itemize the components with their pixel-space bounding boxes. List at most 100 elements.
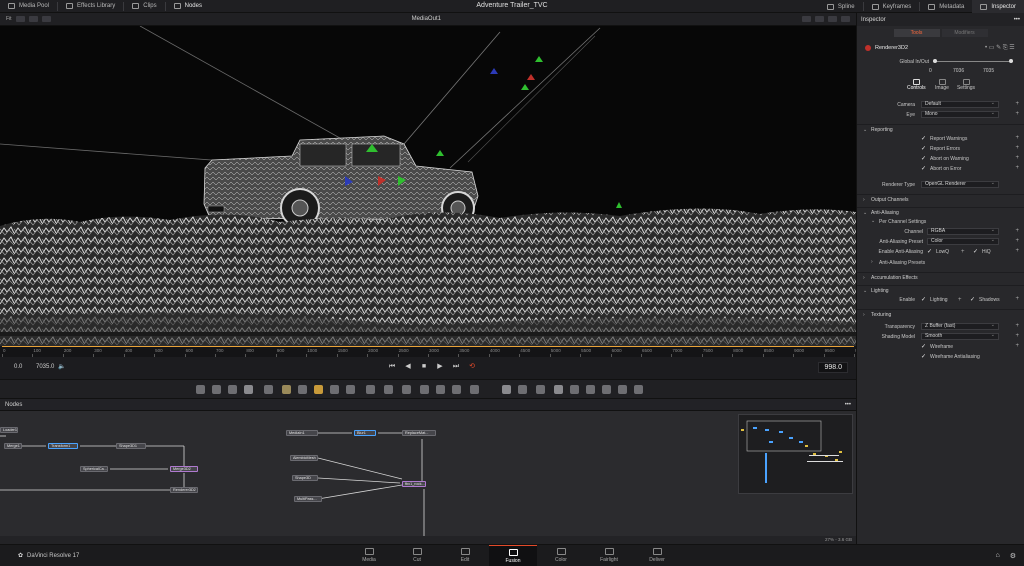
hiq-add-icon[interactable]: + (1015, 248, 1019, 254)
color-tool-icon[interactable] (366, 385, 375, 394)
tab-modifiers[interactable]: Modifiers (941, 29, 988, 37)
more-options-icon[interactable] (840, 16, 850, 22)
ellipse-tool-icon[interactable] (420, 385, 429, 394)
node-minimap[interactable] (738, 414, 853, 494)
fbx-tool-icon[interactable] (570, 385, 579, 394)
bspline-mask-tool-icon[interactable] (452, 385, 461, 394)
page-tab-fusion[interactable]: Fusion (489, 545, 537, 566)
transparency-dropdown[interactable]: Z Buffer (fast) (921, 323, 999, 330)
inspector-options-icon[interactable]: ••• (1014, 17, 1020, 23)
graph-node[interactable]: AlembicMesh (290, 455, 318, 461)
zoom-dropdown[interactable]: Fit (6, 16, 12, 22)
subtab-image[interactable]: Image (933, 79, 951, 91)
merge3d-tool-icon[interactable] (470, 385, 479, 394)
channel-add-icon[interactable]: + (1015, 228, 1019, 234)
merge-tool-icon[interactable] (346, 385, 355, 394)
page-tab-color[interactable]: Color (537, 545, 585, 566)
grid-icon[interactable] (827, 16, 837, 22)
wireframe-checkbox[interactable]: ✓ (921, 344, 927, 350)
lut-icon[interactable] (28, 16, 38, 22)
spline-tool-icon[interactable] (618, 385, 627, 394)
graph-node[interactable]: Blur1 (354, 430, 376, 436)
clips-button[interactable]: Clips (124, 0, 164, 13)
background-tool-icon[interactable] (196, 385, 205, 394)
lighting-checkbox[interactable]: ✓ (921, 297, 927, 303)
per-channel-row[interactable]: ⌄ Per Channel Settings (857, 217, 1024, 227)
graph-node[interactable]: Shape3D (292, 475, 318, 481)
lighting-add-icon[interactable]: + (958, 297, 964, 303)
viewer-canvas[interactable] (0, 26, 856, 345)
reporting-checkbox[interactable]: ✓ (921, 146, 927, 152)
page-tab-media[interactable]: Media (345, 545, 393, 566)
shadows-checkbox[interactable]: ✓ (970, 297, 976, 303)
page-tab-cut[interactable]: Cut (393, 545, 441, 566)
section-output-channels[interactable]: › Output Channels (857, 194, 1024, 204)
text3d-tool-icon[interactable] (586, 385, 595, 394)
shape3d-tool-icon[interactable] (330, 385, 339, 394)
camera-dropdown[interactable]: Default (921, 101, 999, 108)
bspline-tool-icon[interactable] (282, 385, 291, 394)
graph-node[interactable]: MediaIn1 (286, 430, 318, 436)
page-tab-edit[interactable]: Edit (441, 545, 489, 566)
renderer-type-dropdown[interactable]: OpenGL Renderer (921, 181, 999, 188)
section-reporting[interactable]: ⌄ Reporting (857, 124, 1024, 134)
reporting-checkbox[interactable]: ✓ (921, 136, 927, 142)
reporting-checkbox[interactable]: ✓ (921, 166, 927, 172)
play-icon[interactable]: ▶ (436, 363, 444, 371)
effects-library-button[interactable]: Effects Library (58, 0, 123, 13)
section-accumulation[interactable]: › Accumulation Effects (857, 272, 1024, 282)
camera3d-tool-icon[interactable] (502, 385, 511, 394)
light-gizmo-green[interactable] (535, 56, 543, 62)
transform-tool-icon[interactable] (384, 385, 393, 394)
eye-dropdown[interactable]: Mono (921, 111, 999, 118)
node-color-icon[interactable] (865, 45, 871, 51)
end-time[interactable]: 7035.0 (36, 364, 54, 370)
spline-button[interactable]: Spline (819, 0, 863, 13)
eye-add-icon[interactable]: + (1015, 111, 1019, 117)
graph-node[interactable]: ReplaceMat... (402, 430, 436, 436)
panel-options-icon[interactable]: ••• (845, 402, 851, 408)
section-anti-aliasing[interactable]: ⌄ Anti-Aliasing (857, 207, 1024, 217)
particles-tool-icon[interactable] (314, 385, 323, 394)
light3d-tool-icon[interactable] (518, 385, 527, 394)
range-handle-left[interactable] (933, 59, 937, 63)
graph-node[interactable]: Shape3D1 (116, 443, 146, 449)
roi-icon[interactable] (41, 16, 51, 22)
start-time[interactable]: 0.0 (14, 364, 22, 370)
reporting-add-icon[interactable]: + (1015, 165, 1019, 171)
rectangle-tool-icon[interactable] (402, 385, 411, 394)
section-texturing[interactable]: › Texturing (857, 309, 1024, 319)
graph-node[interactable]: Merge3D2 (170, 466, 198, 472)
shading-add-icon[interactable]: + (1015, 333, 1019, 339)
keyframe-tool-icon[interactable] (634, 385, 643, 394)
page-tab-fairlight[interactable]: Fairlight (585, 545, 633, 566)
subtab-settings[interactable]: Settings (955, 79, 977, 91)
polygon-tool-icon[interactable] (264, 385, 273, 394)
mask-tool-icon[interactable] (244, 385, 253, 394)
reporting-add-icon[interactable]: + (1015, 145, 1019, 151)
graph-node[interactable]: Merge1 (4, 443, 22, 449)
stereo-icon[interactable] (814, 16, 824, 22)
global-in-value[interactable]: 0 (929, 68, 932, 74)
color-channel-icon[interactable] (801, 16, 811, 22)
particles3d-tool-icon[interactable] (602, 385, 611, 394)
range-handle-right[interactable] (1009, 59, 1013, 63)
graph-node[interactable]: fbx1_rock... (402, 481, 426, 487)
reporting-checkbox[interactable]: ✓ (921, 156, 927, 162)
tab-tools[interactable]: Tools (893, 29, 940, 37)
step-back-icon[interactable]: ◀ (404, 363, 412, 371)
timeline-ruler[interactable]: 0 100 200 300 400 500 600 700 800 900 1000 1500 2000… (0, 345, 865, 358)
camera-add-icon[interactable]: + (1015, 101, 1019, 107)
hiq-checkbox[interactable]: ✓ (973, 249, 979, 255)
loop-icon[interactable]: ⟲ (468, 363, 476, 371)
metadata-button[interactable]: Metadata (920, 0, 972, 13)
inspector-button[interactable]: Inspector (972, 0, 1024, 13)
settings-gear-icon[interactable]: ⚙ (1010, 552, 1016, 560)
text-tool-icon[interactable] (228, 385, 237, 394)
go-to-end-icon[interactable]: ⏭ (452, 363, 460, 371)
channel-dropdown[interactable]: RGBA (927, 228, 999, 235)
light-gizmo-green4[interactable] (616, 202, 622, 208)
page-tab-deliver[interactable]: Deliver (633, 545, 681, 566)
global-out-value[interactable]: 7035 (983, 68, 994, 74)
aa-preset-dropdown[interactable]: Color (927, 238, 999, 245)
